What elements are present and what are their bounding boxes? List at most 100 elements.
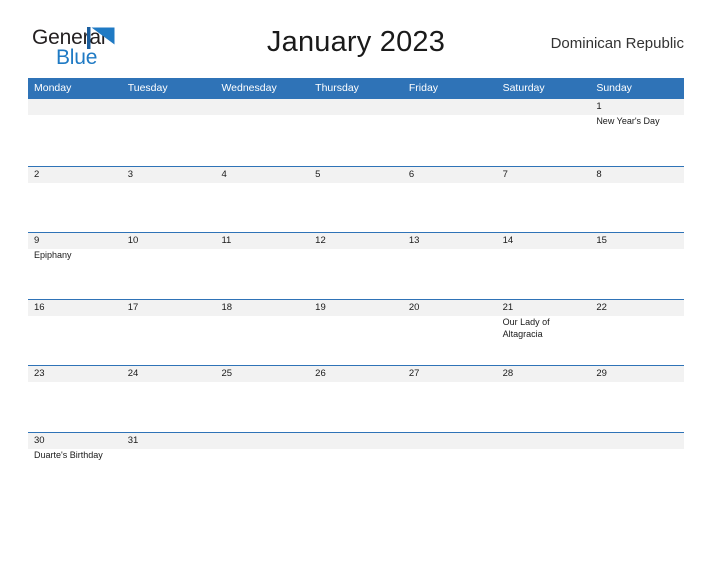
day-cell-empty [309, 99, 403, 166]
calendar-week-row: 30 Duarte's Birthday 31 [28, 431, 684, 499]
day-cell-30[interactable]: 30 Duarte's Birthday [28, 433, 122, 499]
day-cell-empty [309, 433, 403, 499]
day-number: 9 [34, 235, 40, 246]
day-cell-18[interactable]: 18 [215, 300, 309, 366]
day-cell-31[interactable]: 31 [122, 433, 216, 499]
day-cell-7[interactable]: 7 [497, 167, 591, 233]
day-number: 2 [34, 168, 40, 180]
day-number: 19 [315, 301, 326, 313]
day-number: 18 [221, 301, 233, 313]
day-cell-21[interactable]: 21 Our Lady of Altagracia [497, 300, 591, 366]
week-cells: 16 17 18 19 20 21 Our Lady of Altagracia 22 [28, 300, 684, 366]
day-cell-empty [497, 433, 591, 499]
day-number: 21 [502, 301, 514, 313]
day-number: 12 [315, 235, 326, 246]
day-cell-5[interactable]: 5 [309, 167, 403, 233]
day-cell-4[interactable]: 4 [215, 167, 309, 233]
day-number: 29 [596, 368, 607, 379]
day-number: 13 [408, 235, 420, 246]
weekday-header-sunday: Sunday [596, 82, 632, 94]
day-number: 28 [502, 368, 514, 379]
day-number: 1 [596, 101, 602, 112]
calendar-week-row: 23 24 25 26 27 28 29 [28, 365, 684, 432]
holiday-label: Epiphany [34, 250, 72, 260]
weekday-header-thursday: Thursday [315, 82, 359, 94]
day-number: 8 [596, 168, 602, 180]
calendar-body: 1 New Year's Day 2 3 4 5 6 7 8 9 Epiphany 10 11 12 13 1… [28, 99, 684, 498]
day-number: 5 [315, 168, 321, 180]
day-cell-15[interactable]: 15 [590, 233, 684, 299]
day-cell-25[interactable]: 25 [215, 366, 309, 432]
day-cell-9[interactable]: 9 Epiphany [28, 233, 122, 299]
day-number: 25 [221, 368, 233, 379]
week-cells: 30 Duarte's Birthday 31 [28, 433, 684, 499]
day-cell-19[interactable]: 19 [309, 300, 403, 366]
weekday-header-saturday: Saturday [502, 82, 545, 94]
day-number: 11 [221, 235, 232, 246]
week-cells: 23 24 25 26 27 28 29 [28, 366, 684, 432]
day-cell-empty [403, 433, 497, 499]
calendar-grid: Monday Tuesday Wednesday Thursday Friday Satu… [28, 78, 684, 498]
weekday-header-row: Monday Tuesday Wednesday Thursday Friday Satu… [28, 78, 684, 99]
day-number: 23 [34, 368, 45, 379]
day-cell-2[interactable]: 2 [28, 167, 122, 233]
day-cell-29[interactable]: 29 [590, 366, 684, 432]
day-number: 30 [34, 434, 45, 446]
day-cell-27[interactable]: 27 [403, 366, 497, 432]
day-cell-3[interactable]: 3 [122, 167, 216, 233]
day-cell-empty [590, 433, 684, 499]
day-cell-11[interactable]: 11 [215, 233, 309, 299]
day-cell-13[interactable]: 13 [403, 233, 497, 299]
day-number: 15 [596, 235, 607, 246]
day-cell-empty [122, 99, 216, 166]
day-number: 20 [408, 301, 420, 313]
country-label: Dominican Republic [550, 35, 684, 52]
day-number: 27 [408, 368, 420, 379]
holiday-label: Our Lady of Altagracia [502, 316, 550, 340]
day-cell-10[interactable]: 10 [122, 233, 216, 299]
week-cells: 2 3 4 5 6 7 8 [28, 167, 684, 233]
day-cell-12[interactable]: 12 [309, 233, 403, 299]
day-cell-16[interactable]: 16 [28, 300, 122, 366]
weekday-header-friday: Friday [408, 82, 439, 94]
day-cell-empty [28, 99, 122, 166]
day-number: 3 [127, 168, 134, 180]
day-number: 7 [502, 168, 508, 180]
day-cell-23[interactable]: 23 [28, 366, 122, 432]
day-cell-26[interactable]: 26 [309, 366, 403, 432]
day-cell-6[interactable]: 6 [403, 167, 497, 233]
day-cell-empty [215, 433, 309, 499]
holiday-label: New Year's Day [596, 116, 660, 126]
day-number: 22 [596, 301, 607, 313]
weekday-header-tuesday: Tuesday [127, 82, 168, 94]
day-cell-28[interactable]: 28 [497, 366, 591, 432]
calendar-week-row: 16 17 18 19 20 21 Our Lady of Altagracia 22 [28, 298, 684, 366]
day-number: 10 [127, 235, 139, 246]
day-cell-empty [215, 99, 309, 166]
calendar-week-row: 1 New Year's Day [28, 99, 684, 166]
day-cell-20[interactable]: 20 [403, 300, 497, 366]
day-number: 4 [221, 168, 227, 180]
day-cell-14[interactable]: 14 [497, 233, 591, 299]
day-number: 31 [127, 434, 139, 446]
day-cell-empty [403, 99, 497, 166]
day-cell-8[interactable]: 8 [590, 167, 684, 233]
day-cell-1[interactable]: 1 New Year's Day [590, 99, 684, 166]
calendar-week-row: 9 Epiphany 10 11 12 13 14 15 [28, 232, 684, 299]
day-cell-17[interactable]: 17 [122, 300, 216, 366]
day-number: 17 [127, 301, 139, 313]
day-number: 24 [127, 368, 139, 379]
day-cell-empty [497, 99, 591, 166]
week-cells: 9 Epiphany 10 11 12 13 14 15 [28, 233, 684, 299]
day-number: 26 [315, 368, 326, 379]
calendar-week-row: 2 3 4 5 6 7 8 [28, 165, 684, 233]
page-header: General Blue January 2023 Dominican Repu… [28, 22, 684, 74]
weekday-header-wednesday: Wednesday [221, 82, 277, 94]
day-number: 14 [502, 235, 514, 246]
day-cell-22[interactable]: 22 [590, 300, 684, 366]
day-cell-24[interactable]: 24 [122, 366, 216, 432]
holiday-label: Duarte's Birthday [34, 449, 103, 460]
weekday-header-monday: Monday [34, 82, 72, 94]
day-number: 6 [408, 168, 415, 180]
week-cells: 1 New Year's Day [28, 99, 684, 166]
